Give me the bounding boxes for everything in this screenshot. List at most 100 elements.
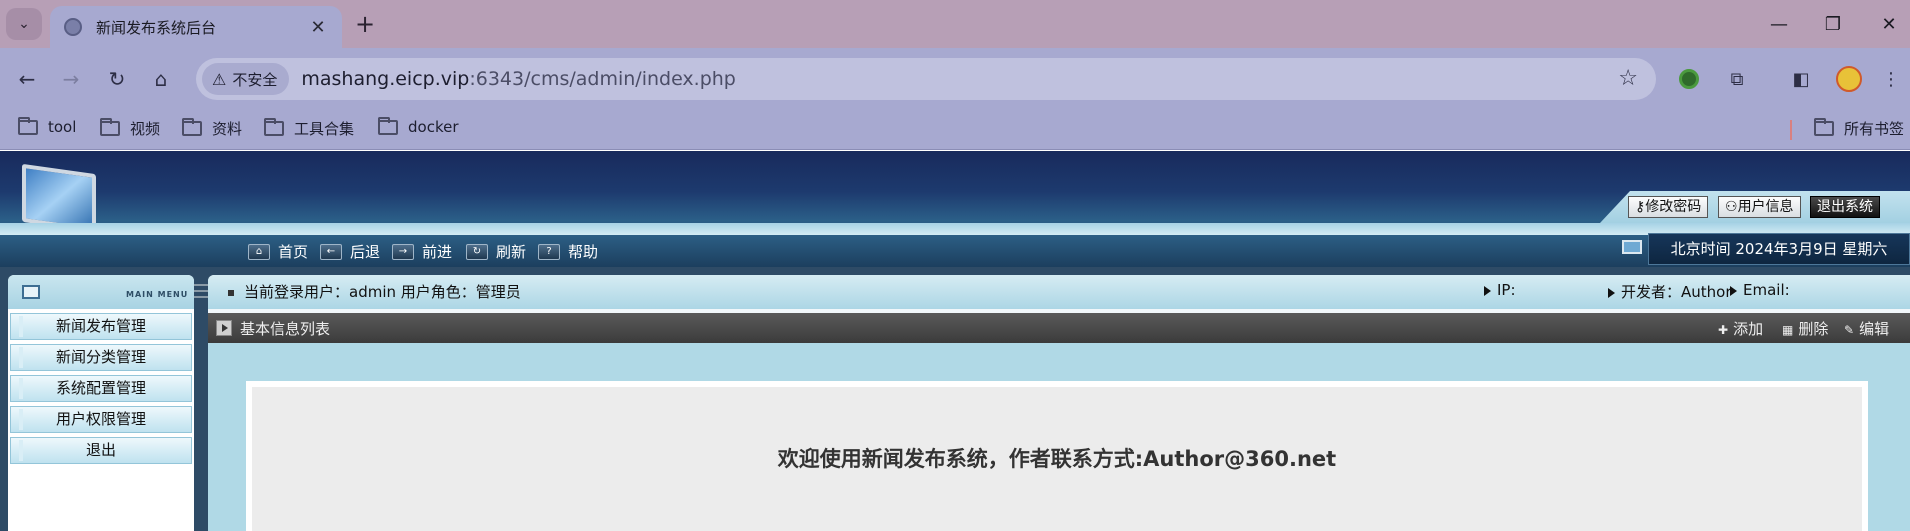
bookmark-tool[interactable]: tool xyxy=(18,116,76,136)
user-info-label: 用户信息 xyxy=(1737,199,1794,215)
bookmark-label: 资料 xyxy=(212,120,243,138)
play-icon xyxy=(216,320,232,336)
email-label: Email: xyxy=(1743,281,1790,299)
bookmark-separator xyxy=(1790,120,1792,140)
sidebar-item-news-category[interactable]: 新闻分类管理 xyxy=(10,344,192,371)
edit-label: 编辑 xyxy=(1859,320,1890,338)
refresh-icon: ↻ xyxy=(466,243,488,260)
restore-button[interactable]: ❐ xyxy=(1808,8,1858,40)
sidebar-item-exit[interactable]: 退出 xyxy=(10,437,192,464)
triangle-right-icon xyxy=(1608,287,1615,298)
edit-button[interactable]: ✎ 编辑 xyxy=(1844,318,1889,339)
bookmark-label: 工具合集 xyxy=(294,120,355,138)
extensions-button[interactable]: ⧉ xyxy=(1722,64,1752,94)
arrow-left-icon: ← xyxy=(320,243,342,260)
bullet-icon xyxy=(228,290,234,296)
new-tab-button[interactable]: + xyxy=(350,10,380,40)
nav-back[interactable]: ← 后退 xyxy=(320,241,380,262)
browser-tab-active[interactable]: 新闻发布系统后台 ✕ xyxy=(50,6,342,48)
sidebar-title: MAIN MENU xyxy=(126,290,189,299)
menu-window-icon xyxy=(22,285,40,299)
sidebar-item-news-publish[interactable]: 新闻发布管理 xyxy=(10,313,192,340)
cms-header: ⚷修改密码 ⚇用户信息 退出系统 ⌂ 首页 ← 后退 → 前进 ↻ 刷新 ? 帮助 北京时… xyxy=(0,151,1910,267)
login-user-info: 当前登录用户：admin 用户角色：管理员 xyxy=(244,283,521,301)
bookmark-label: 视频 xyxy=(130,120,161,138)
side-panel-button[interactable]: ◧ xyxy=(1786,64,1816,94)
bookmark-star-icon[interactable]: ☆ xyxy=(1618,66,1638,91)
ip-info: IP: xyxy=(1484,281,1516,299)
chevron-down-icon: ⌄ xyxy=(18,16,30,32)
back-button[interactable]: ← xyxy=(10,62,44,96)
warning-icon: ⚠ xyxy=(212,69,227,89)
home-icon: ⌂ xyxy=(154,67,168,91)
trash-icon: ▦ xyxy=(1782,323,1794,337)
user-info-button[interactable]: ⚇用户信息 xyxy=(1718,196,1801,218)
panel-header: 基本信息列表 ✚ 添加 ▦ 删除 ✎ 编辑 xyxy=(208,313,1910,343)
folder-icon xyxy=(378,116,398,135)
forward-button[interactable]: → xyxy=(54,62,88,96)
header-band xyxy=(0,223,1910,235)
folder-icon xyxy=(100,118,120,136)
bookmark-materials[interactable]: 资料 xyxy=(182,118,242,139)
sidebar-toggle-icon[interactable] xyxy=(194,284,208,298)
beijing-time: 北京时间 2024年3月9日 星期六 xyxy=(1648,233,1910,265)
all-bookmarks-label: 所有书签 xyxy=(1844,120,1905,138)
url-text[interactable]: mashang.eicp.vip:6343/cms/admin/index.ph… xyxy=(301,68,736,90)
browser-menu-button[interactable]: ⋮ xyxy=(1876,64,1906,94)
reload-icon: ↻ xyxy=(108,67,126,91)
folder-icon xyxy=(1814,118,1834,136)
address-bar[interactable]: ⚠ 不安全 mashang.eicp.vip:6343/cms/admin/in… xyxy=(196,58,1656,100)
all-bookmarks[interactable]: 所有书签 xyxy=(1814,118,1904,139)
nav-home[interactable]: ⌂ 首页 xyxy=(248,241,308,262)
home-icon: ⌂ xyxy=(248,243,270,260)
change-password-button[interactable]: ⚷修改密码 xyxy=(1628,196,1709,218)
bookmark-label: docker xyxy=(408,118,459,136)
minimize-button[interactable]: — xyxy=(1754,8,1804,40)
delete-button[interactable]: ▦ 删除 xyxy=(1782,318,1828,339)
bookmark-video[interactable]: 视频 xyxy=(100,118,160,139)
tab-close-button[interactable]: ✕ xyxy=(308,17,328,38)
sidebar-item-user-permission[interactable]: 用户权限管理 xyxy=(10,406,192,433)
developer-info: 开发者：Author xyxy=(1608,281,1732,302)
change-password-label: 修改密码 xyxy=(1645,199,1702,215)
info-list-panel: 基本信息列表 ✚ 添加 ▦ 删除 ✎ 编辑 欢迎使用新闻发布系统，作者联系方式:Aut… xyxy=(208,313,1910,531)
minimize-icon: — xyxy=(1770,13,1788,35)
nav-forward[interactable]: → 前进 xyxy=(392,241,452,262)
url-host: mashang.eicp.vip xyxy=(301,68,470,90)
bookmark-tools-collection[interactable]: 工具合集 xyxy=(264,118,354,139)
welcome-message: 欢迎使用新闻发布系统，作者联系方式:Author@360.net xyxy=(777,447,1337,471)
kebab-menu-icon: ⋮ xyxy=(1882,68,1900,90)
arrow-right-icon: → xyxy=(62,67,80,91)
url-path: :6343/cms/admin/index.php xyxy=(469,68,736,90)
reload-button[interactable]: ↻ xyxy=(100,62,134,96)
info-bar: 当前登录用户：admin 用户角色：管理员 IP: 开发者：Author Ema… xyxy=(208,275,1910,309)
triangle-right-icon xyxy=(1484,285,1491,296)
nav-home-label: 首页 xyxy=(278,243,309,261)
add-button[interactable]: ✚ 添加 xyxy=(1718,318,1763,339)
puzzle-icon: ⧉ xyxy=(1730,68,1744,90)
welcome-box: 欢迎使用新闻发布系统，作者联系方式:Author@360.net xyxy=(246,381,1868,531)
close-window-button[interactable]: ✕ xyxy=(1864,8,1910,40)
nav-help[interactable]: ? 帮助 xyxy=(538,241,598,262)
security-label: 不安全 xyxy=(232,70,278,89)
profile-button[interactable] xyxy=(1834,64,1864,94)
plus-icon: ✚ xyxy=(1718,323,1729,337)
panel-title: 基本信息列表 xyxy=(240,320,331,338)
sidebar: MAIN MENU 新闻发布管理 新闻分类管理 系统配置管理 用户权限管理 退出 xyxy=(8,275,194,531)
key-icon: ⚷ xyxy=(1635,199,1646,215)
home-button[interactable]: ⌂ xyxy=(144,62,178,96)
nav-help-label: 帮助 xyxy=(568,243,599,261)
folder-icon xyxy=(18,116,38,135)
add-label: 添加 xyxy=(1733,320,1764,338)
logout-system-button[interactable]: 退出系统 xyxy=(1810,196,1880,218)
security-chip[interactable]: ⚠ 不安全 xyxy=(202,63,290,95)
sidebar-item-system-config[interactable]: 系统配置管理 xyxy=(10,375,192,402)
bookmarks-bar: tool 视频 资料 工具合集 docker 所有书签 xyxy=(0,110,1910,150)
bookmark-docker[interactable]: docker xyxy=(378,116,459,136)
extension-icon xyxy=(1679,69,1699,89)
delete-label: 删除 xyxy=(1798,320,1829,338)
extension-green[interactable] xyxy=(1674,64,1704,94)
nav-refresh[interactable]: ↻ 刷新 xyxy=(466,241,526,262)
tab-search-button[interactable]: ⌄ xyxy=(6,8,42,40)
monitor-icon xyxy=(1622,240,1642,254)
